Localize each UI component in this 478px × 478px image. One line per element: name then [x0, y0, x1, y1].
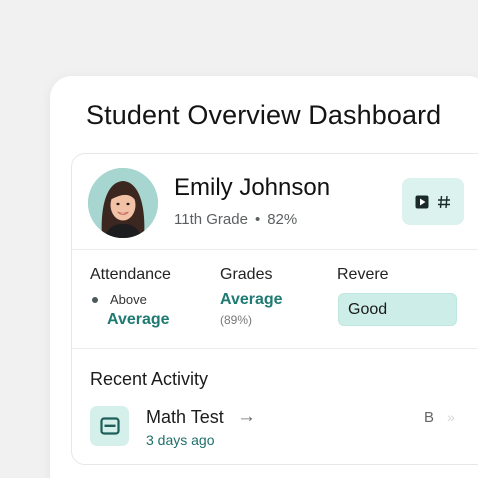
- avatar-portrait-icon: [88, 168, 158, 238]
- divider: [72, 249, 478, 250]
- review-badge[interactable]: Good: [338, 293, 457, 326]
- review-label: Revere: [337, 266, 389, 283]
- card-icon[interactable]: [90, 406, 129, 446]
- play-square-icon[interactable]: [415, 195, 429, 209]
- student-name: Emily Johnson: [174, 174, 331, 201]
- grades-value: Average: [220, 291, 283, 308]
- attendance-sub: Above: [110, 292, 147, 307]
- bullet-icon: [92, 297, 98, 303]
- activity-time: 3 days ago: [146, 432, 215, 448]
- avatar[interactable]: [88, 168, 158, 238]
- recent-activity-title: Recent Activity: [90, 369, 209, 389]
- activity-title[interactable]: Math Test: [146, 407, 224, 428]
- card-glyph-icon: [99, 417, 120, 435]
- divider: [72, 348, 478, 349]
- student-meta: 11th Grade • 82%: [174, 211, 297, 228]
- arrow-right-icon[interactable]: →: [237, 406, 256, 428]
- activity-grade: B: [424, 409, 435, 426]
- hash-icon[interactable]: [437, 195, 451, 209]
- chevron-right-icon[interactable]: »: [447, 409, 455, 425]
- student-score: 82%: [267, 211, 298, 228]
- grades-label: Grades: [220, 266, 273, 283]
- page-title: Student Overview Dashboard: [86, 100, 442, 130]
- student-grade: 11th Grade: [174, 211, 248, 228]
- attendance-label: Attendance: [90, 266, 171, 283]
- meta-separator: •: [254, 211, 261, 228]
- student-actions[interactable]: [402, 178, 464, 225]
- attendance-value: Average: [107, 311, 170, 328]
- grades-percent: (89%): [220, 313, 253, 327]
